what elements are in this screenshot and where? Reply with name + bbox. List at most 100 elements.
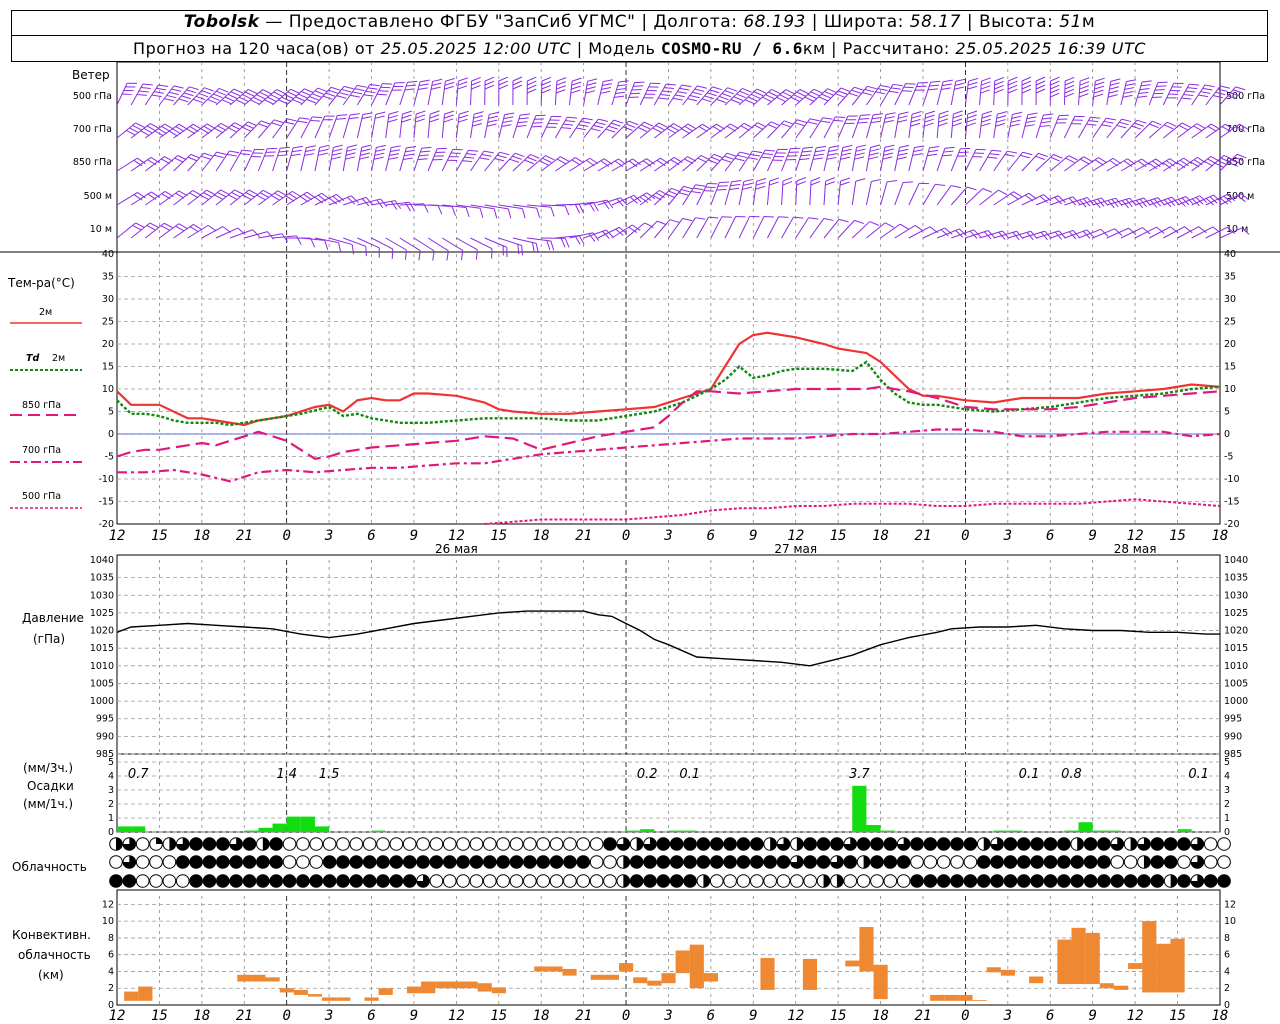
wind-barb-feather xyxy=(290,153,301,157)
wind-barb xyxy=(1049,155,1078,172)
hour-label-bottom: 12 xyxy=(448,1008,465,1024)
cloud-fill xyxy=(496,855,510,869)
wind-barb-feather xyxy=(280,146,290,149)
wind-barb xyxy=(1092,228,1123,239)
wind-barb-feather xyxy=(1007,80,1018,86)
wind-barb-feather xyxy=(443,114,454,119)
wind-barb-feather xyxy=(882,156,893,160)
cloud-symbol xyxy=(523,874,537,888)
wind-barb xyxy=(880,112,896,139)
wind-barb xyxy=(130,222,159,239)
wind-barb xyxy=(682,85,707,106)
cloud-fill xyxy=(203,837,216,851)
wind-barb-feather xyxy=(982,188,993,193)
wind-barb-feather xyxy=(527,80,537,86)
wind-barb-feather xyxy=(855,178,866,182)
conv-bar xyxy=(251,974,266,982)
conv-bar xyxy=(986,967,1001,973)
cloud-symbol xyxy=(910,855,924,869)
hour-label: 21 xyxy=(915,528,932,544)
conv-bar xyxy=(619,963,634,972)
cloud-fill xyxy=(1217,874,1231,888)
wind-barb-feather xyxy=(512,80,523,86)
wind-barb-feather xyxy=(1012,111,1023,115)
cloud-symbol xyxy=(456,837,470,851)
wind-barb xyxy=(668,185,694,206)
wind-barb-feather xyxy=(829,145,840,149)
cloud-fill xyxy=(1070,874,1084,888)
cloud-fill xyxy=(1110,874,1124,888)
wind-barb-feather xyxy=(847,115,858,117)
conv-bar xyxy=(435,981,450,989)
wind-barb xyxy=(356,112,373,139)
conv-bar xyxy=(1113,985,1129,990)
wind-barb-feather xyxy=(296,235,302,245)
wind-barb-feather xyxy=(897,152,908,156)
cloud-fill xyxy=(123,874,136,888)
wind-barb-shaft xyxy=(823,219,840,239)
conv-tick-right: 8 xyxy=(1224,933,1230,944)
cloud-fill xyxy=(523,855,537,869)
wind-barb-feather xyxy=(967,110,978,115)
wind-barb-feather xyxy=(394,82,405,84)
wind-barb xyxy=(639,82,661,106)
wind-barb xyxy=(1177,195,1208,207)
wind-barb-feather xyxy=(938,122,948,127)
wind-barb-feather xyxy=(415,114,426,119)
precip-bar xyxy=(1078,822,1093,832)
cloud-fill xyxy=(403,874,417,888)
wind-barb-feather xyxy=(491,248,493,259)
wind-barb xyxy=(1134,226,1165,239)
cloud-fill xyxy=(483,855,497,869)
wind-barb-feather xyxy=(1095,77,1105,82)
cloud-fill xyxy=(216,874,230,888)
wind-barb-feather xyxy=(541,88,551,94)
temp-tick-left: 30 xyxy=(102,294,114,305)
wind-barb-feather xyxy=(306,191,316,199)
wind-barb xyxy=(371,200,402,210)
wind-barb-feather xyxy=(1155,158,1165,166)
wind-barb-feather xyxy=(716,123,726,130)
wind-barb-feather xyxy=(614,95,625,98)
precip-bar xyxy=(286,816,301,832)
wind-barb-feather xyxy=(142,83,153,86)
wind-barb xyxy=(116,122,145,139)
cloud-fill xyxy=(416,855,430,869)
wind-barb-feather xyxy=(374,115,385,119)
wind-barb-shaft xyxy=(851,221,871,239)
wind-barb-feather xyxy=(391,145,401,149)
conv-bar xyxy=(647,980,662,986)
wind-barb-shaft xyxy=(639,220,658,239)
cloud-fill xyxy=(1004,837,1017,851)
wind-barb-feather xyxy=(854,219,864,225)
wind-barb xyxy=(272,88,300,106)
wind-barb xyxy=(795,88,823,106)
wind-barb-feather xyxy=(643,121,654,127)
wind-barb-feather xyxy=(994,76,1005,82)
temp-tick-left: -10 xyxy=(98,474,114,485)
wind-barb xyxy=(554,116,578,139)
precip-tick-right: 5 xyxy=(1224,757,1230,768)
hour-label: 18 xyxy=(533,528,550,544)
wind-barb-feather xyxy=(1098,157,1108,164)
legend-td-prefix: Td xyxy=(26,353,39,364)
wind-barb-feather xyxy=(943,79,953,83)
legend-t2m-label: 2м xyxy=(39,307,52,318)
wind-barb-feather xyxy=(473,115,484,119)
cloud-symbol xyxy=(790,874,804,888)
cloud-fill xyxy=(262,837,270,851)
wind-barb xyxy=(922,227,953,239)
wind-barb xyxy=(116,222,145,239)
temperature-panel: Тем-ра(°С) 2м Td 2м 850 гПа 700 гПа 500 … xyxy=(7,249,1240,556)
wind-barb-feather xyxy=(966,118,977,123)
precip-tick-right: 4 xyxy=(1224,771,1230,782)
wind-barb-feather xyxy=(808,217,819,220)
conv-bar xyxy=(703,973,719,982)
wind-barb xyxy=(936,79,953,106)
cloud-fill xyxy=(924,837,937,851)
wind-barb-feather xyxy=(457,81,468,86)
panel-frame xyxy=(116,554,1221,755)
wind-barb-shaft xyxy=(837,220,855,239)
pressure-tick-right: 995 xyxy=(1224,714,1242,725)
wind-barb xyxy=(625,81,645,106)
